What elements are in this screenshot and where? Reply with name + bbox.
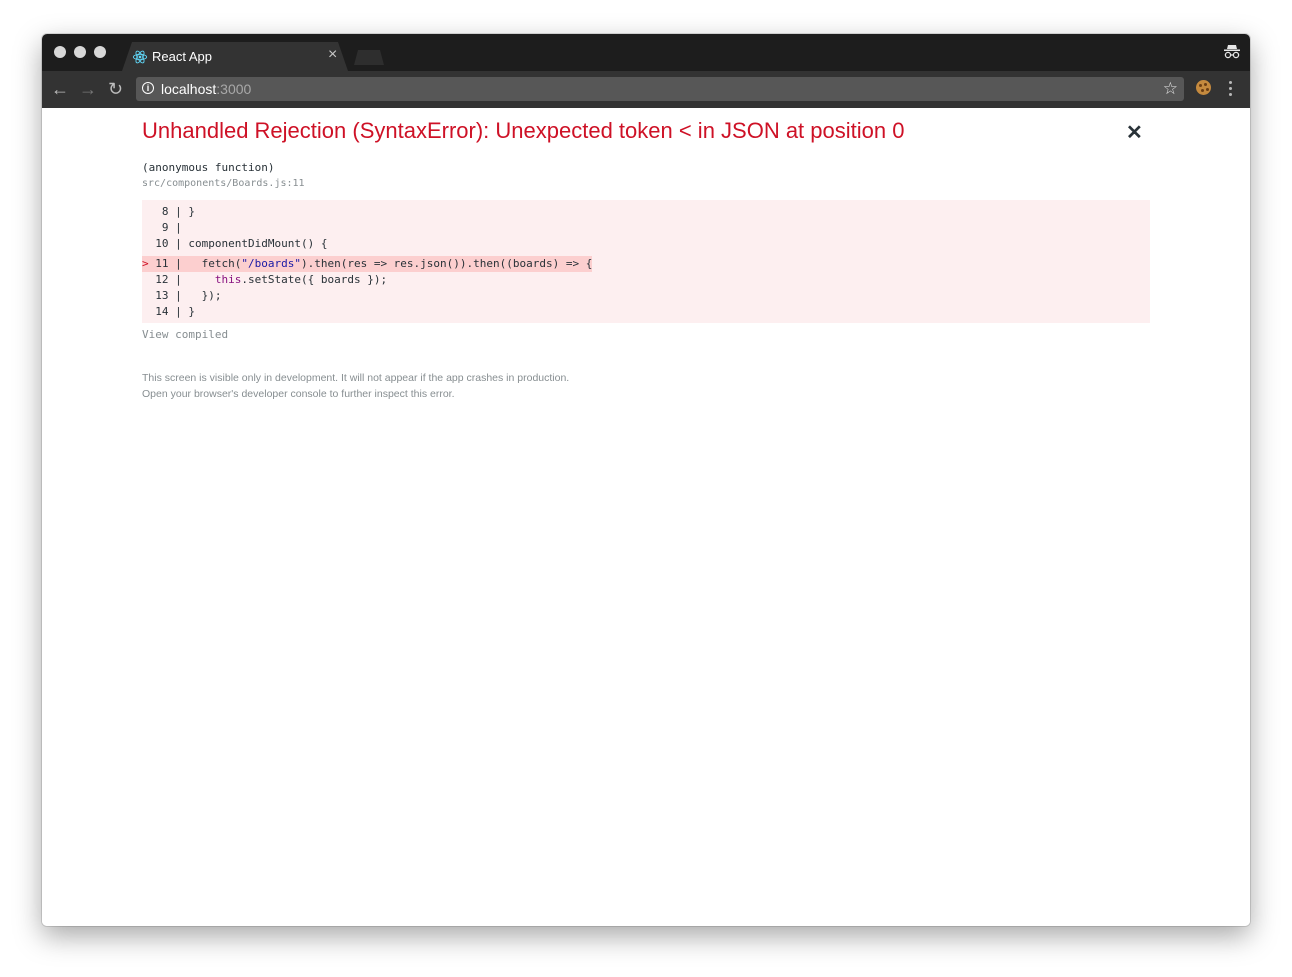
browser-window: React App × ← → ↻ i localhost:3000 ☆ Unh… bbox=[42, 34, 1250, 926]
new-tab-button[interactable] bbox=[354, 50, 384, 65]
code-line: 14 | } bbox=[148, 305, 195, 318]
zoom-window-button[interactable] bbox=[94, 46, 106, 58]
error-overlay: Unhandled Rejection (SyntaxError): Unexp… bbox=[42, 108, 1250, 926]
url-host: localhost bbox=[161, 81, 217, 97]
code-line: 12 | this.setState({ boards }); bbox=[148, 273, 388, 286]
reload-icon[interactable]: ↻ bbox=[108, 78, 123, 100]
view-compiled-link[interactable]: View compiled bbox=[142, 328, 228, 341]
code-line: 8 | } bbox=[148, 205, 195, 218]
code-line: 9 | bbox=[148, 221, 189, 234]
cookie-extension-icon[interactable] bbox=[1196, 80, 1211, 95]
browser-menu-icon[interactable] bbox=[1229, 81, 1232, 99]
url-port: :3000 bbox=[216, 81, 252, 97]
title-bar: React App × bbox=[42, 34, 1250, 71]
error-title: Unhandled Rejection (SyntaxError): Unexp… bbox=[142, 118, 905, 143]
code-line: 13 | }); bbox=[148, 289, 222, 302]
dev-notice-line-1: This screen is visible only in developme… bbox=[142, 372, 570, 384]
tab-react-app[interactable]: React App × bbox=[122, 42, 348, 71]
incognito-icon bbox=[1224, 45, 1240, 59]
stack-frame-function: (anonymous function) bbox=[142, 161, 275, 174]
tab-title: React App bbox=[152, 49, 212, 64]
forward-arrow-icon[interactable]: → bbox=[79, 78, 97, 100]
bookmark-star-icon[interactable]: ☆ bbox=[1163, 79, 1178, 99]
code-snippet: 8 | } 9 | 10 | componentDidMount() { > 11… bbox=[142, 200, 1150, 323]
close-window-button[interactable] bbox=[54, 46, 66, 58]
minimize-window-button[interactable] bbox=[74, 46, 86, 58]
close-overlay-icon[interactable]: ✕ bbox=[1126, 120, 1143, 145]
stack-frame-location[interactable]: src/components/Boards.js:11 bbox=[142, 178, 305, 189]
dev-notice-line-2: Open your browser's developer console to… bbox=[142, 388, 455, 400]
dev-notice: This screen is visible only in developme… bbox=[142, 370, 569, 402]
info-icon[interactable]: i bbox=[142, 82, 154, 94]
back-arrow-icon[interactable]: ← bbox=[51, 78, 69, 100]
address-bar[interactable]: i localhost:3000 ☆ bbox=[136, 77, 1184, 101]
tab-close-icon[interactable]: × bbox=[328, 46, 337, 64]
url-text[interactable]: localhost:3000 bbox=[161, 81, 251, 97]
react-logo-icon bbox=[132, 50, 148, 64]
browser-toolbar: ← → ↻ i localhost:3000 ☆ bbox=[42, 71, 1250, 108]
code-line-highlighted: > 11 | fetch("/boards").then(res => res.… bbox=[142, 256, 593, 272]
code-line: 10 | componentDidMount() { bbox=[148, 237, 328, 250]
